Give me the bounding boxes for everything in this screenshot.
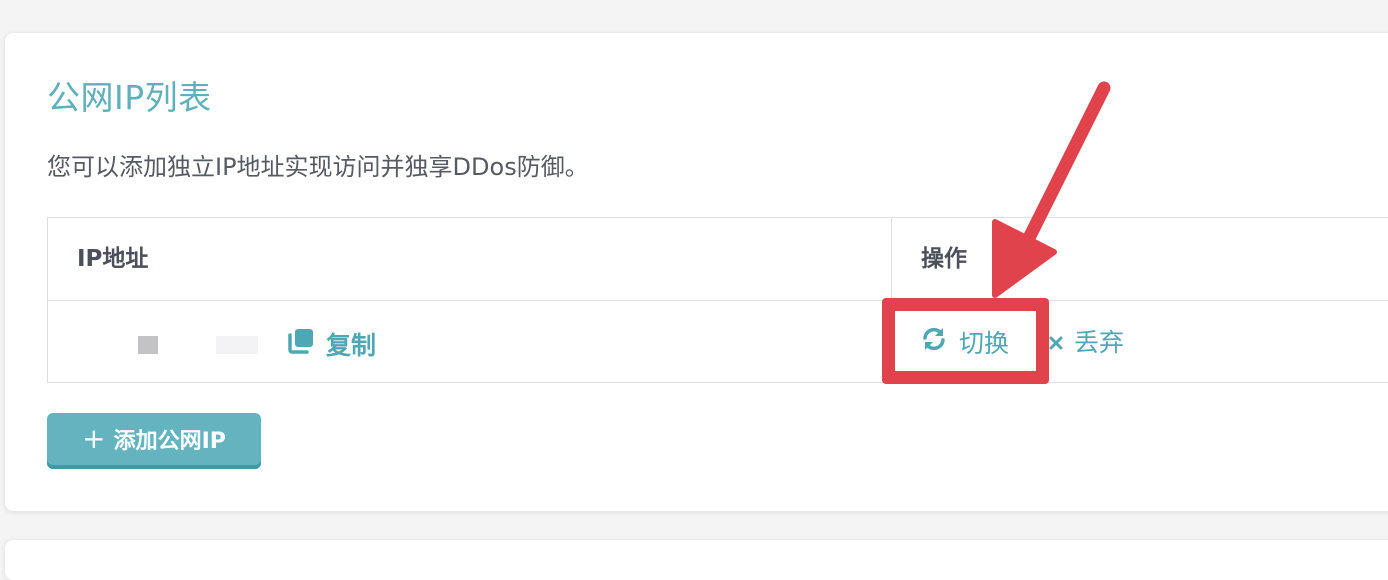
annotation-arrow-icon: [992, 81, 1111, 298]
